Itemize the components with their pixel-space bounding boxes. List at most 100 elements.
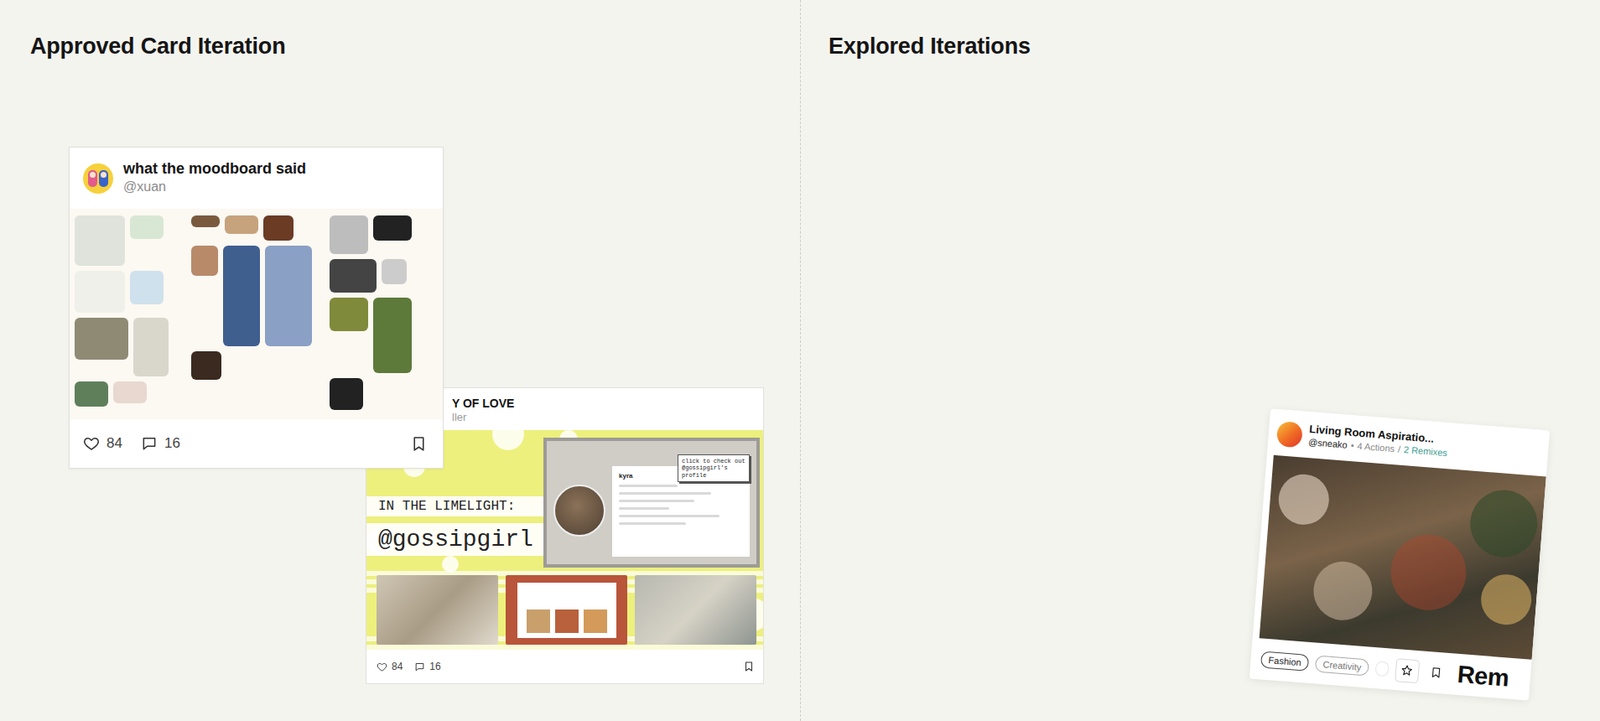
card-title-block: what the moodboard said@xuan — [123, 160, 307, 196]
decoration — [74, 215, 183, 413]
decoration — [376, 575, 499, 645]
remix-card[interactable]: Living Room Aspiratio...@sneako•4 Action… — [1249, 408, 1550, 701]
decoration — [618, 499, 695, 503]
decoration — [329, 215, 438, 413]
decoration — [492, 430, 525, 451]
comment-stat[interactable]: 16 — [414, 660, 441, 673]
card-handle[interactable]: @xuan — [123, 178, 307, 197]
comment-stat[interactable]: 16 — [140, 435, 181, 452]
like-count: 84 — [391, 660, 403, 673]
heart-icon[interactable] — [83, 435, 100, 452]
decoration — [329, 378, 364, 411]
bookmark-icon[interactable] — [410, 435, 428, 453]
decoration — [634, 575, 757, 645]
decoration — [553, 484, 606, 537]
decoration — [329, 215, 369, 255]
actions-count: 4 Actions — [1356, 440, 1396, 456]
decoration — [329, 297, 369, 332]
graphic-headline: @gossipgirl — [366, 523, 544, 556]
favorite-button[interactable] — [1394, 658, 1420, 684]
decoration — [74, 317, 129, 360]
profile-callout: click to check out @gossipgirl's profile — [677, 454, 750, 483]
decoration — [74, 270, 125, 313]
decoration — [618, 492, 712, 495]
decoration — [381, 259, 407, 285]
decoration — [1277, 472, 1332, 528]
decoration — [224, 215, 259, 234]
decoration — [1467, 488, 1540, 561]
decoration — [129, 270, 164, 305]
decoration — [329, 259, 377, 293]
decoration — [223, 245, 260, 347]
decoration — [191, 215, 322, 413]
like-count: 84 — [106, 435, 123, 452]
decoration — [618, 514, 720, 518]
decoration — [113, 381, 147, 404]
decoration — [1387, 531, 1470, 613]
moodboard-image[interactable] — [69, 208, 443, 420]
decoration — [191, 245, 219, 276]
bookmark-icon[interactable] — [742, 660, 755, 673]
bookmark-button[interactable] — [742, 660, 755, 673]
section-heading: Explored Iterations — [828, 33, 1600, 60]
remixes-link[interactable]: 2 Remixes — [1402, 443, 1448, 459]
decoration — [133, 317, 169, 377]
card-footer: 84 16 — [69, 419, 443, 468]
card-title[interactable]: what the moodboard said — [123, 160, 307, 179]
star-icon[interactable] — [1400, 664, 1414, 678]
heart-icon[interactable] — [376, 661, 388, 673]
decoration — [618, 522, 686, 525]
comment-icon[interactable] — [414, 661, 426, 673]
decoration — [74, 215, 125, 266]
decoration — [1375, 660, 1390, 677]
decoration — [89, 171, 96, 178]
tag-pill[interactable]: Fashion — [1260, 650, 1310, 671]
decoration — [191, 351, 222, 380]
decoration — [505, 575, 628, 645]
decoration — [263, 215, 294, 241]
graphic-kicker: IN THE LIMELIGHT: — [366, 496, 544, 517]
decoration — [618, 484, 678, 488]
moodboard-card[interactable]: what the moodboard said@xuan 84 16 — [68, 146, 444, 469]
remix-button[interactable]: Rem — [1456, 660, 1511, 693]
meta-separator: • — [1350, 440, 1355, 453]
decoration — [583, 609, 608, 634]
decoration — [618, 507, 670, 510]
decoration — [526, 609, 551, 634]
decoration — [1311, 559, 1375, 623]
comment-count: 16 — [164, 435, 181, 452]
tag-pill[interactable]: Creativity — [1314, 654, 1370, 676]
card-header: what the moodboard said@xuan — [69, 147, 443, 209]
section-heading: Approved Card Iteration — [30, 33, 800, 60]
like-stat[interactable]: 84 — [376, 660, 403, 673]
decoration — [129, 215, 164, 239]
decoration — [373, 215, 412, 241]
bookmark-button[interactable] — [1424, 660, 1449, 685]
bookmark-button[interactable] — [410, 435, 428, 453]
decoration — [441, 555, 459, 573]
decoration — [1479, 572, 1534, 628]
decoration — [555, 609, 579, 634]
graphic-thumbnails — [366, 567, 764, 650]
like-stat[interactable]: 84 — [83, 435, 123, 452]
decoration — [366, 644, 764, 650]
comment-icon[interactable] — [140, 435, 158, 452]
card-title-block: Living Room Aspiratio...@sneako•4 Action… — [1308, 422, 1450, 459]
card-photo[interactable] — [1259, 455, 1547, 660]
user-avatar[interactable] — [1276, 420, 1304, 448]
profile-preview: kyraclick to check out @gossipgirl's pro… — [543, 437, 760, 568]
decoration — [517, 582, 617, 639]
card-footer: 84 16 — [366, 649, 764, 684]
decoration — [191, 215, 220, 228]
approved-section: Approved Card Iteration what the moodboar… — [0, 0, 801, 721]
decoration — [100, 171, 107, 178]
card-title[interactable]: Y OF LOVE — [451, 396, 755, 411]
explored-section: Explored Iterations Living Room Aspiratio… — [800, 0, 1600, 721]
decoration — [264, 245, 312, 347]
card-handle[interactable]: ller — [451, 410, 755, 425]
decoration — [74, 381, 109, 407]
decoration — [373, 297, 412, 374]
user-avatar[interactable] — [83, 163, 114, 194]
bookmark-icon[interactable] — [1429, 665, 1444, 680]
card-handle[interactable]: @sneako — [1308, 436, 1349, 452]
